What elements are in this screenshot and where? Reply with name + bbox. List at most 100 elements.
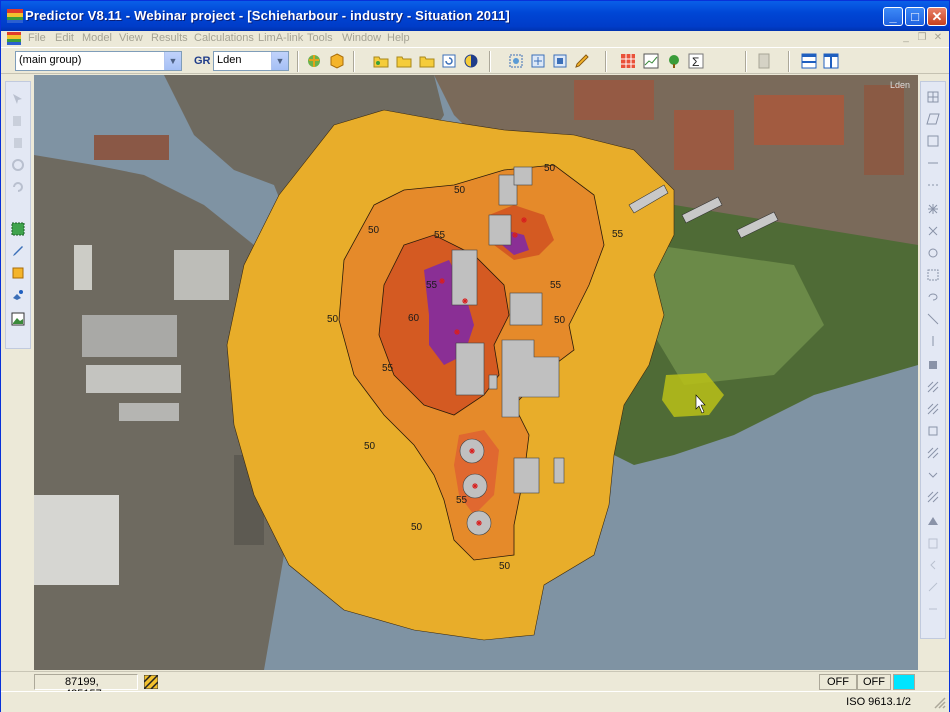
map-canvas[interactable]: 50 50 50 50 50 50 50 55 55 55 55 55 55 6… xyxy=(34,75,918,670)
menu-results[interactable]: Results xyxy=(151,32,188,44)
maximize-button[interactable]: □ xyxy=(905,7,925,26)
zoom-window-icon[interactable] xyxy=(552,53,568,69)
menu-lima-link[interactable]: LimA-link xyxy=(258,32,303,44)
globe-icon[interactable] xyxy=(306,53,322,69)
chevron-left-icon[interactable] xyxy=(926,558,940,572)
building[interactable] xyxy=(509,292,543,326)
brush-icon[interactable] xyxy=(11,288,25,302)
metric-select[interactable]: Lden ▼ xyxy=(213,51,289,71)
warehouse-building xyxy=(119,403,179,421)
diagonal-line-icon[interactable] xyxy=(926,580,940,594)
menu-calculations[interactable]: Calculations xyxy=(194,32,254,44)
line-icon[interactable] xyxy=(926,156,940,170)
folder-icon[interactable] xyxy=(396,53,412,69)
contour-label: 50 xyxy=(554,315,566,326)
menu-file[interactable]: File xyxy=(28,32,46,44)
mdi-restore-icon[interactable]: ❐ xyxy=(916,32,928,44)
mdi-close-icon[interactable]: ✕ xyxy=(932,32,944,44)
menu-help[interactable]: Help xyxy=(387,32,410,44)
layer-indicator-icon[interactable] xyxy=(144,675,158,689)
pointer-icon[interactable] xyxy=(11,92,25,106)
folder-icon[interactable] xyxy=(419,53,435,69)
title-bar[interactable]: Predictor V8.11 - Webinar project - [Sch… xyxy=(1,1,949,31)
building[interactable] xyxy=(553,457,565,484)
rect-select-icon[interactable] xyxy=(926,268,940,282)
contour-label: 55 xyxy=(426,280,438,291)
refresh-icon[interactable] xyxy=(441,53,457,69)
zoom-in-icon[interactable] xyxy=(530,53,546,69)
window-title: Predictor V8.11 - Webinar project - [Sch… xyxy=(25,8,510,23)
group-select-value: (main group) xyxy=(19,54,82,66)
menu-edit[interactable]: Edit xyxy=(55,32,74,44)
filled-square-icon[interactable] xyxy=(926,358,940,372)
select-area-icon[interactable] xyxy=(11,222,25,236)
status-off-2[interactable]: OFF xyxy=(857,674,891,690)
chevron-down-icon[interactable]: ▼ xyxy=(271,52,288,70)
chart-icon[interactable] xyxy=(643,53,659,69)
tree-icon[interactable] xyxy=(666,53,682,69)
menu-model[interactable]: Model xyxy=(82,32,112,44)
vertical-line-icon[interactable] xyxy=(926,334,940,348)
chevron-down-icon[interactable] xyxy=(926,468,940,482)
open-folder-icon[interactable] xyxy=(373,53,389,69)
minimize-icon: _ xyxy=(889,9,897,24)
group-select[interactable]: (main group) ▼ xyxy=(15,51,182,71)
status-off-1[interactable]: OFF xyxy=(819,674,857,690)
menu-tools[interactable]: Tools xyxy=(307,32,333,44)
paste-icon[interactable] xyxy=(11,136,25,150)
image-icon[interactable] xyxy=(11,312,25,326)
hatch-icon[interactable] xyxy=(926,490,940,504)
building[interactable] xyxy=(455,342,485,396)
tile-vertical-icon[interactable] xyxy=(823,53,839,69)
close-button[interactable]: ✕ xyxy=(927,7,947,26)
cross-icon[interactable] xyxy=(926,224,940,238)
grid-map-icon[interactable] xyxy=(620,53,636,69)
star-icon[interactable] xyxy=(926,202,940,216)
dash-icon[interactable] xyxy=(926,178,940,192)
map-svg[interactable]: 50 50 50 50 50 50 50 55 55 55 55 55 55 6… xyxy=(34,75,918,670)
diagonal-line-icon[interactable] xyxy=(926,312,940,326)
building[interactable] xyxy=(488,214,512,246)
minus-icon[interactable] xyxy=(926,602,940,616)
building[interactable] xyxy=(513,457,540,494)
cube-icon[interactable] xyxy=(329,53,345,69)
zoom-extents-icon[interactable] xyxy=(508,53,524,69)
hatch-icon[interactable] xyxy=(926,446,940,460)
minimize-button[interactable]: _ xyxy=(883,7,903,26)
building[interactable] xyxy=(451,249,478,306)
triangle-icon[interactable] xyxy=(926,514,940,528)
warehouse-building xyxy=(82,315,177,357)
resize-grip-icon[interactable] xyxy=(933,696,946,709)
square-icon[interactable] xyxy=(926,134,940,148)
menu-view[interactable]: View xyxy=(119,32,143,44)
document-disabled-icon[interactable] xyxy=(756,53,772,69)
document-icon[interactable] xyxy=(7,32,21,45)
contrast-icon[interactable] xyxy=(463,53,479,69)
menu-window[interactable]: Window xyxy=(342,32,381,44)
chevron-down-icon[interactable]: ▼ xyxy=(164,52,181,70)
predictor-logo-icon xyxy=(7,9,23,23)
hatch-icon[interactable] xyxy=(926,380,940,394)
lasso-icon[interactable] xyxy=(926,290,940,304)
copy-icon[interactable] xyxy=(926,536,940,550)
building[interactable] xyxy=(488,374,498,390)
parallelogram-icon[interactable] xyxy=(926,112,940,126)
menu-bar: File Edit Model View Results Calculation… xyxy=(1,31,949,47)
layers-icon[interactable] xyxy=(11,266,25,280)
undo-icon[interactable] xyxy=(11,180,25,194)
copy-icon[interactable] xyxy=(11,114,25,128)
pen-icon[interactable] xyxy=(11,244,25,258)
empty-square-icon[interactable] xyxy=(926,424,940,438)
hatch-icon[interactable] xyxy=(926,402,940,416)
pencil-icon[interactable] xyxy=(574,53,590,69)
tile-horizontal-icon[interactable] xyxy=(801,53,817,69)
contour-label: 50 xyxy=(411,522,423,533)
warehouse-building xyxy=(74,245,92,290)
circle-icon[interactable] xyxy=(926,246,940,260)
mdi-minimize-icon[interactable]: _ xyxy=(900,32,912,44)
building[interactable] xyxy=(513,166,533,186)
status-color-indicator xyxy=(893,674,915,690)
grid-icon[interactable] xyxy=(926,90,940,104)
rotate-icon[interactable] xyxy=(11,158,25,172)
sum-icon[interactable]: Σ xyxy=(688,53,704,69)
